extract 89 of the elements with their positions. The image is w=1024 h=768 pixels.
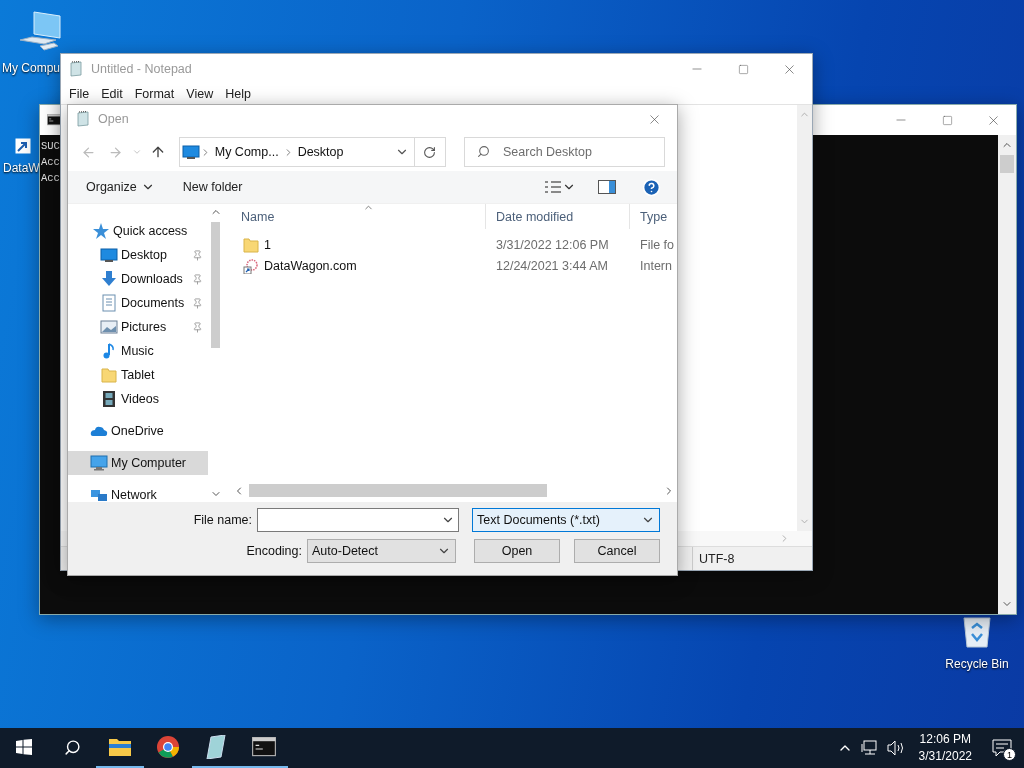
dialog-button[interactable]: Open	[474, 539, 560, 563]
search-icon	[63, 738, 81, 756]
browser-icon	[156, 735, 180, 759]
star-icon	[92, 222, 110, 240]
nav-item[interactable]: Network	[68, 483, 208, 502]
console-line: Acc	[41, 155, 60, 170]
breadcrumb-item[interactable]: My Comp...	[210, 145, 283, 159]
breadcrumb-item[interactable]: Desktop	[293, 145, 348, 159]
pictures-icon	[100, 318, 118, 336]
clock[interactable]: 12:06 PM 3/31/2022	[910, 728, 980, 768]
file-type-dropdown[interactable]: Text Documents (*.txt)	[472, 508, 660, 532]
column-header[interactable]: Type	[630, 204, 677, 229]
network-icon	[860, 740, 879, 756]
download-icon	[100, 270, 118, 288]
maximize-icon	[941, 114, 953, 126]
notification-count: 1	[1003, 748, 1016, 761]
type-cell-text: File fo	[639, 237, 676, 252]
search-field[interactable]: Search Desktop	[464, 137, 665, 167]
menu-item[interactable]: Edit	[95, 87, 129, 101]
scroll-thumb[interactable]	[211, 222, 220, 348]
scroll-thumb[interactable]	[249, 484, 547, 497]
console-line: Acc	[41, 171, 60, 186]
folder-icon	[100, 366, 118, 384]
folder-icon	[243, 236, 259, 253]
nav-item[interactable]: My Computer	[68, 451, 208, 475]
menu-item[interactable]: File	[63, 87, 96, 101]
nav-item[interactable]: Tablet	[68, 363, 208, 387]
column-header[interactable]: Name	[231, 204, 486, 229]
document-icon	[100, 294, 118, 312]
nav-item[interactable]: Videos	[68, 387, 208, 411]
organize-button[interactable]: Organize	[80, 176, 161, 198]
desktop-icon-label[interactable]: DataW	[3, 161, 40, 175]
refresh-button[interactable]	[414, 137, 446, 167]
windows-icon	[16, 739, 32, 755]
nav-item[interactable]: Documents	[68, 291, 208, 315]
monitor-icon	[181, 143, 200, 161]
console-line: SUC	[41, 139, 60, 154]
notepad-icon	[75, 111, 91, 127]
encoding-label: Encoding:	[246, 544, 302, 558]
encoding-status: UTF-8	[692, 547, 812, 570]
menu-item[interactable]: View	[180, 87, 220, 101]
encoding-dropdown[interactable]: Auto-Detect	[307, 539, 456, 563]
recycle-bin-icon	[960, 614, 994, 648]
forward-icon	[107, 144, 123, 160]
desktop-icon-label[interactable]: Recycle Bin	[945, 657, 1009, 671]
monitor-icon	[100, 246, 118, 264]
back-icon	[80, 144, 96, 160]
notepad-icon	[205, 735, 227, 759]
notepad-icon	[68, 61, 84, 77]
console-icon	[252, 737, 276, 757]
file-name-label: File name:	[193, 513, 252, 527]
list-view-icon	[544, 180, 562, 194]
help-icon	[642, 177, 661, 197]
nav-item[interactable]: Desktop	[68, 243, 208, 267]
file-name-cell[interactable]: 1	[231, 236, 486, 253]
menu-item[interactable]: Format	[128, 87, 181, 101]
search-icon	[477, 145, 490, 158]
nav-item[interactable]: Quick access	[68, 219, 208, 243]
dialog-title: Open	[98, 112, 130, 126]
desktop-icon-label[interactable]: My Compu	[2, 61, 60, 75]
folder-icon	[108, 737, 132, 757]
film-icon	[100, 390, 118, 408]
refresh-icon	[423, 145, 437, 159]
nav-item[interactable]: Pictures	[68, 315, 208, 339]
menu-item[interactable]: Help	[219, 87, 257, 101]
message-icon	[992, 739, 1012, 757]
address-bar[interactable]: My Comp... Desktop	[178, 137, 415, 167]
caret-icon	[131, 147, 142, 157]
shortcut-icon	[243, 257, 259, 274]
nav-item[interactable]: OneDrive	[68, 419, 208, 443]
nav-item[interactable]: Downloads	[68, 267, 208, 291]
computer-icon	[90, 454, 108, 472]
type-cell-text: Intern	[639, 258, 673, 273]
file-name-cell[interactable]: DataWagon.com	[231, 257, 486, 274]
new-folder-button[interactable]: New folder	[176, 176, 249, 198]
dialog-button[interactable]: Cancel	[574, 539, 660, 563]
notification-button[interactable]: 1	[980, 728, 1024, 768]
file-name-field[interactable]	[257, 508, 459, 532]
preview-pane-icon	[598, 180, 616, 194]
nav-item[interactable]: Music	[68, 339, 208, 363]
column-header[interactable]: Date modified	[486, 204, 630, 229]
date-cell-text: 3/31/2022 12:06 PM	[495, 237, 610, 252]
computer-icon	[18, 10, 62, 54]
date-cell-text: 12/24/2021 3:44 AM	[495, 258, 609, 273]
console-icon	[47, 114, 61, 126]
scroll-thumb[interactable]	[1000, 155, 1014, 173]
shortcut-icon	[15, 138, 31, 154]
maximize-icon	[737, 63, 749, 75]
window-title: Untitled - Notepad	[91, 62, 193, 76]
